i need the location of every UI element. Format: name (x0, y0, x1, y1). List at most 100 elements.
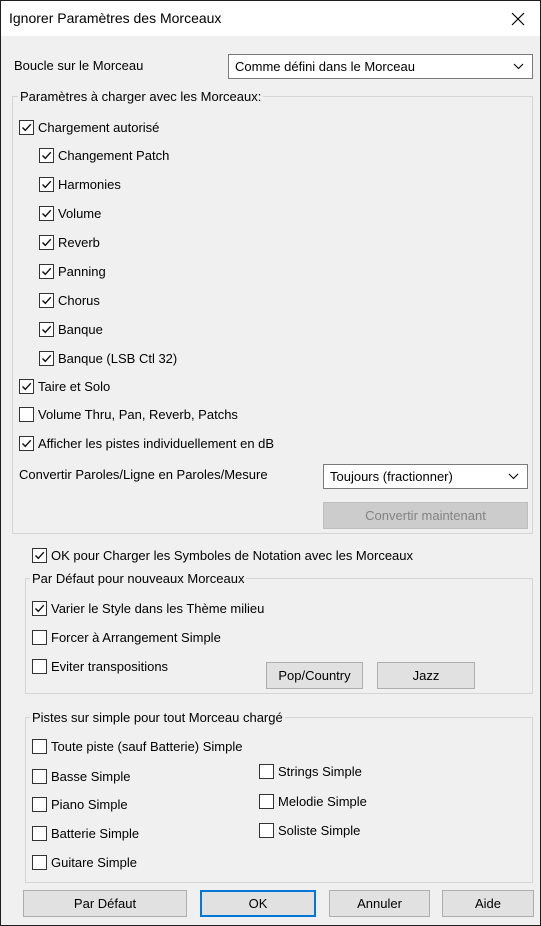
close-icon (511, 12, 525, 25)
checkbox-box (32, 738, 47, 754)
checkmark-icon (42, 180, 52, 188)
show-db-label: Afficher les pistes individuellement en … (38, 435, 275, 451)
bass-simple-label: Basse Simple (51, 768, 131, 784)
checkmark-icon (42, 209, 52, 217)
checkbox-box (32, 768, 47, 784)
load-allowed-label: Chargement autorisé (38, 119, 160, 135)
vary-style-checkbox[interactable]: Varier le Style dans les Thème milieu (32, 600, 264, 616)
convert-lyrics-label: Convertir Paroles/Ligne en Paroles/Mesur… (19, 467, 268, 482)
convert-lyrics-select[interactable]: Toujours (fractionner) (323, 464, 528, 489)
volume-checkbox[interactable]: Volume (39, 205, 101, 221)
panning-checkbox[interactable]: Panning (39, 263, 106, 279)
avoid-transpose-checkbox[interactable]: Eviter transpositions (32, 658, 168, 674)
checkbox-box (39, 205, 54, 221)
piano-simple-label: Piano Simple (51, 796, 128, 812)
checkbox-box (259, 822, 274, 838)
soloist-simple-checkbox[interactable]: Soliste Simple (259, 822, 360, 838)
defaults-legend: Par Défaut pour nouveaux Morceaux (30, 571, 247, 586)
guitar-simple-checkbox[interactable]: Guitare Simple (32, 854, 137, 870)
harmonies-label: Harmonies (58, 176, 121, 192)
loop-label: Boucle sur le Morceau (14, 58, 144, 73)
default-button[interactable]: Par Défaut (23, 890, 187, 917)
drums-simple-label: Batterie Simple (51, 825, 140, 841)
jazz-button[interactable]: Jazz (377, 662, 475, 689)
dialog-title: Ignorer Paramètres des Morceaux (9, 10, 222, 26)
load-allowed-checkbox[interactable]: Chargement autorisé (19, 119, 159, 135)
dialog-window: Ignorer Paramètres des Morceaux Boucle s… (0, 0, 541, 926)
soloist-simple-label: Soliste Simple (278, 822, 361, 838)
pop-country-button[interactable]: Pop/Country (266, 662, 363, 689)
harmonies-checkbox[interactable]: Harmonies (39, 176, 121, 192)
checkbox-box (39, 321, 54, 337)
all-tracks-simple-checkbox[interactable]: Toute piste (sauf Batterie) Simple (32, 738, 242, 754)
checkmark-icon (35, 551, 45, 559)
checkbox-box (32, 796, 47, 812)
patch-change-checkbox[interactable]: Changement Patch (39, 147, 169, 163)
checkbox-box (259, 763, 274, 779)
panning-label: Panning (58, 263, 106, 279)
guitar-simple-label: Guitare Simple (51, 854, 137, 870)
checkbox-box (32, 825, 47, 841)
volume-label: Volume (58, 205, 102, 221)
force-simple-label: Forcer à Arrangement Simple (51, 629, 221, 645)
loop-select-value: Comme défini dans le Morceau (235, 59, 415, 74)
drums-simple-checkbox[interactable]: Batterie Simple (32, 825, 139, 841)
load-settings-legend: Paramètres à charger avec les Morceaux: (18, 89, 264, 104)
cancel-button[interactable]: Annuler (329, 890, 430, 917)
reverb-checkbox[interactable]: Reverb (39, 234, 100, 250)
bank-lsb-checkbox[interactable]: Banque (LSB Ctl 32) (39, 350, 177, 366)
checkbox-box (39, 176, 54, 192)
bass-simple-checkbox[interactable]: Basse Simple (32, 768, 130, 784)
force-simple-checkbox[interactable]: Forcer à Arrangement Simple (32, 629, 221, 645)
checkbox-box (19, 119, 34, 135)
melody-simple-checkbox[interactable]: Melodie Simple (259, 793, 367, 809)
checkbox-box (39, 234, 54, 250)
melody-simple-label: Melodie Simple (278, 793, 367, 809)
notation-checkbox[interactable]: OK pour Charger les Symboles de Notation… (32, 547, 413, 563)
vary-style-label: Varier le Style dans les Thème milieu (51, 600, 265, 616)
checkbox-box (19, 378, 34, 394)
chorus-label: Chorus (58, 292, 100, 308)
piano-simple-checkbox[interactable]: Piano Simple (32, 796, 128, 812)
close-button[interactable] (496, 1, 540, 36)
convert-lyrics-value: Toujours (fractionner) (330, 469, 453, 484)
checkmark-icon (42, 354, 52, 362)
checkmark-icon (22, 123, 32, 131)
simple-tracks-legend: Pistes sur simple pour tout Morceau char… (30, 710, 285, 725)
avoid-transpose-label: Eviter transpositions (51, 658, 169, 674)
show-db-checkbox[interactable]: Afficher les pistes individuellement en … (19, 435, 274, 451)
checkbox-box (32, 854, 47, 870)
patch-change-label: Changement Patch (58, 147, 170, 163)
mute-solo-label: Taire et Solo (38, 378, 111, 394)
checkbox-box (259, 793, 274, 809)
checkbox-box (32, 547, 47, 563)
checkmark-icon (42, 151, 52, 159)
checkbox-box (39, 263, 54, 279)
bank-checkbox[interactable]: Banque (39, 321, 103, 337)
volume-thru-checkbox[interactable]: Volume Thru, Pan, Reverb, Patchs (19, 406, 238, 422)
checkbox-box (32, 658, 47, 674)
checkmark-icon (22, 439, 32, 447)
checkbox-box (19, 435, 34, 451)
ok-button[interactable]: OK (200, 890, 316, 917)
checkbox-box (32, 600, 47, 616)
checkmark-icon (42, 267, 52, 275)
mute-solo-checkbox[interactable]: Taire et Solo (19, 378, 110, 394)
checkmark-icon (42, 296, 52, 304)
chevron-down-icon (513, 63, 524, 70)
all-tracks-simple-label: Toute piste (sauf Batterie) Simple (51, 738, 243, 754)
chorus-checkbox[interactable]: Chorus (39, 292, 100, 308)
loop-select[interactable]: Comme défini dans le Morceau (228, 54, 533, 79)
strings-simple-checkbox[interactable]: Strings Simple (259, 763, 362, 779)
help-button[interactable]: Aide (442, 890, 534, 917)
checkmark-icon (42, 238, 52, 246)
notation-label: OK pour Charger les Symboles de Notation… (51, 547, 414, 563)
volume-thru-label: Volume Thru, Pan, Reverb, Patchs (38, 406, 238, 422)
chevron-down-icon (508, 473, 519, 480)
bank-lsb-label: Banque (LSB Ctl 32) (58, 350, 178, 366)
convert-now-button[interactable]: Convertir maintenant (323, 502, 528, 529)
reverb-label: Reverb (58, 234, 100, 250)
checkmark-icon (22, 382, 32, 390)
checkmark-icon (42, 325, 52, 333)
checkbox-box (39, 292, 54, 308)
